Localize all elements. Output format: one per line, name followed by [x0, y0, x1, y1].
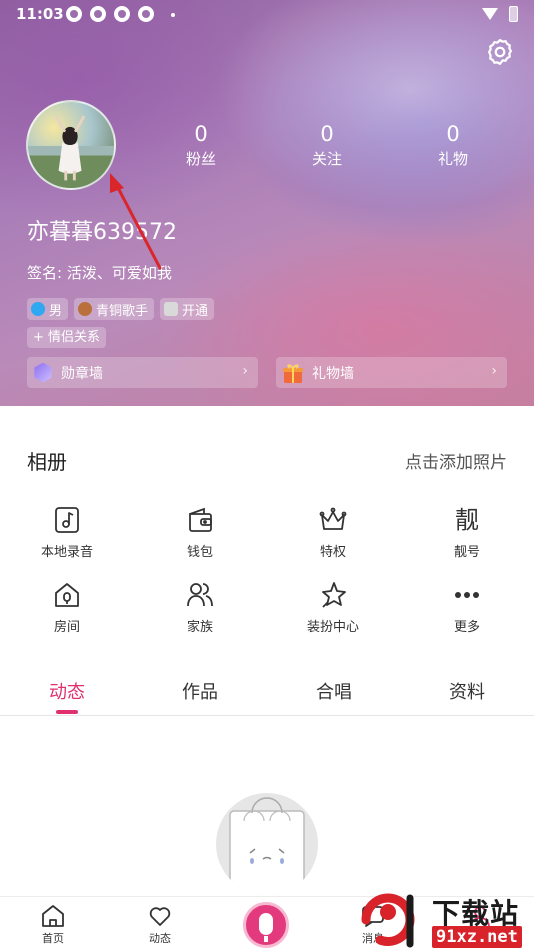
wallet-icon	[189, 507, 212, 532]
gender-tag: 男	[27, 298, 69, 320]
following-count: 0	[320, 122, 334, 146]
feature-label: 靓号	[453, 545, 480, 560]
feature-dressup-center[interactable]: 装扮中心	[283, 580, 383, 635]
tab-profile-info[interactable]: 资料	[417, 678, 517, 704]
avatar-photo	[28, 115, 114, 188]
message-icon	[362, 906, 384, 927]
feature-label: 家族	[186, 620, 213, 635]
active-tab-indicator	[56, 710, 78, 714]
gifts-count: 0	[446, 122, 460, 146]
status-notification-icons	[66, 6, 154, 22]
nav-moments[interactable]: 动态	[130, 903, 190, 946]
nav-label: 首页	[42, 932, 64, 945]
battery-icon	[509, 6, 518, 22]
feature-label: 房间	[53, 620, 80, 635]
tab-works[interactable]: 作品	[150, 678, 250, 704]
vip-icon	[164, 302, 179, 316]
singer-level-label: 青铜歌手	[96, 303, 149, 319]
fans-label: 粉丝	[185, 150, 216, 168]
nav-messages[interactable]: 消息	[343, 903, 403, 946]
feature-local-recording[interactable]: 本地录音	[17, 505, 117, 560]
feature-label: 特权	[319, 545, 346, 560]
feature-pretty-number[interactable]: 靓 靓号	[417, 505, 517, 560]
feature-wallet[interactable]: 钱包	[150, 505, 250, 560]
album-section: 相册 点击添加照片	[0, 440, 534, 480]
vip-tag[interactable]: 开通	[160, 298, 215, 320]
nav-label: 我的	[469, 932, 491, 945]
notification-icon	[138, 6, 154, 22]
nav-mine[interactable]: 我的	[450, 903, 510, 946]
username: 亦暮暮639572	[27, 220, 177, 245]
more-icon	[455, 592, 479, 598]
feature-label: 钱包	[186, 545, 213, 560]
status-bar: 11:03	[0, 0, 534, 30]
couple-relation-button[interactable]: + 情侣关系	[27, 327, 107, 348]
stat-following[interactable]: 0 关注	[287, 122, 367, 172]
medal-icon	[34, 362, 52, 383]
empty-state-illustration	[216, 793, 318, 895]
tab-moments[interactable]: 动态	[17, 678, 117, 704]
feature-label: 装扮中心	[306, 620, 359, 635]
feature-family[interactable]: 家族	[150, 580, 250, 635]
feature-label: 本地录音	[40, 545, 93, 560]
male-icon	[31, 302, 45, 316]
microphone-stand	[264, 936, 268, 942]
home-nav-icon	[42, 905, 64, 927]
pretty-number-icon: 靓	[455, 506, 479, 534]
medal-wall-label: 勋章墙	[61, 365, 103, 382]
crown-icon	[319, 507, 347, 530]
nav-label: 动态	[149, 932, 171, 945]
following-label: 关注	[311, 150, 342, 168]
tab-chorus[interactable]: 合唱	[284, 678, 384, 704]
gifts-label: 礼物	[437, 150, 468, 168]
fans-count: 0	[194, 122, 208, 146]
status-time: 11:03	[16, 5, 64, 23]
medal-wall-button[interactable]: 勋章墙 ›	[27, 357, 258, 388]
wifi-icon	[482, 8, 498, 20]
profile-tags: 男 青铜歌手 开通	[27, 298, 215, 320]
content-tabs: 动态 作品 合唱 资料	[0, 672, 534, 716]
add-photo-link[interactable]: 点击添加照片	[405, 448, 507, 473]
vip-label: 开通	[182, 303, 209, 319]
feature-privilege[interactable]: 特权	[283, 505, 383, 560]
notification-icon	[90, 6, 106, 22]
music-note-icon	[55, 507, 79, 533]
chevron-right-icon: ›	[242, 363, 248, 379]
gift-icon	[283, 363, 303, 383]
record-button[interactable]	[243, 902, 289, 948]
stat-gifts[interactable]: 0 礼物	[413, 122, 493, 172]
feature-room[interactable]: 房间	[17, 580, 117, 635]
notification-icon	[66, 6, 82, 22]
gift-wall-label: 礼物墙	[312, 365, 354, 382]
chevron-right-icon: ›	[491, 363, 497, 379]
shopping-bag-icon	[229, 797, 305, 895]
gift-wall-button[interactable]: 礼物墙 ›	[276, 357, 507, 388]
singer-level-icon	[78, 302, 93, 316]
home-icon	[55, 583, 79, 607]
heart-icon	[149, 907, 171, 926]
profile-icon	[470, 906, 490, 928]
signature[interactable]: 签名: 活泼、可爱如我	[27, 262, 172, 283]
gear-icon[interactable]	[485, 37, 515, 67]
avatar[interactable]	[26, 100, 116, 190]
microphone-icon	[259, 913, 273, 935]
album-title: 相册	[27, 450, 67, 474]
notification-icon	[114, 6, 130, 22]
stat-fans[interactable]: 0 粉丝	[161, 122, 241, 172]
gender-label: 男	[49, 303, 63, 319]
feature-label: 更多	[453, 620, 480, 635]
nav-home[interactable]: 首页	[23, 903, 83, 946]
nav-label: 消息	[362, 932, 384, 945]
singer-level-tag[interactable]: 青铜歌手	[74, 298, 155, 320]
more-notifications-dot	[171, 13, 175, 17]
family-icon	[187, 583, 213, 607]
star-icon	[322, 582, 346, 608]
feature-more[interactable]: 更多	[417, 580, 517, 635]
